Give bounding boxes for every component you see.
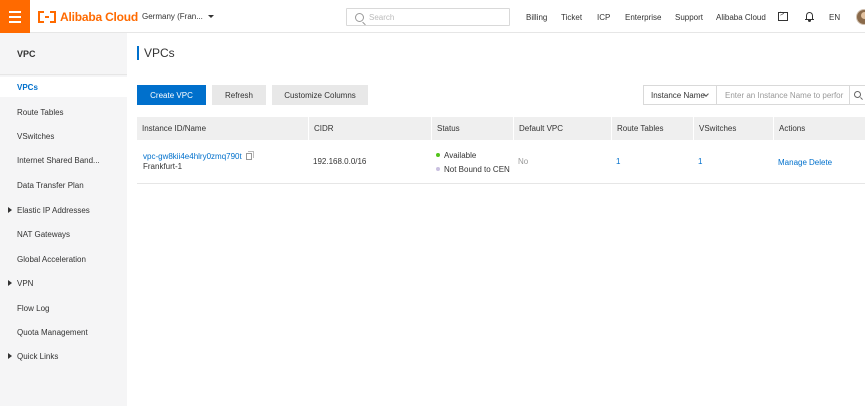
sidebar: VPC VPCs Route Tables VSwitches Internet…	[0, 33, 127, 406]
hamburger-menu-icon[interactable]	[0, 0, 30, 33]
column-header-actions: Actions	[773, 117, 865, 140]
global-search[interactable]	[346, 8, 510, 26]
status-dot-icon	[436, 167, 440, 171]
table-header: Instance ID/Name CIDR Status Default VPC…	[137, 117, 865, 140]
copy-icon[interactable]	[245, 151, 254, 160]
sidebar-item-label: Data Transfer Plan	[17, 180, 84, 190]
nav-enterprise[interactable]: Enterprise	[625, 13, 661, 22]
sidebar-divider	[0, 74, 127, 75]
route-tables-link[interactable]: 1	[616, 157, 620, 166]
sidebar-item-label: Quick Links	[17, 351, 59, 361]
instance-id-cell: vpc-gw8kii4e4hlry0zmq790t	[143, 151, 254, 161]
instance-name: Frankfurt-1	[143, 162, 183, 171]
top-navigation-bar: Alibaba Cloud Germany (Fran... Billing T…	[0, 0, 865, 33]
column-header-route-tables[interactable]: Route Tables	[611, 117, 693, 140]
filter-field-value: Instance Name	[651, 90, 705, 100]
bell-icon[interactable]	[805, 11, 814, 22]
status-available: Available	[436, 151, 476, 160]
column-header-instance[interactable]: Instance ID/Name	[137, 117, 307, 140]
avatar[interactable]	[856, 9, 865, 25]
page-title: VPCs	[137, 46, 175, 60]
sidebar-item-label: VPN	[17, 278, 34, 288]
sidebar-item-label: Elastic IP Addresses	[17, 205, 90, 215]
sidebar-item-nat-gateways[interactable]: NAT Gateways	[0, 224, 127, 244]
filter-field-select[interactable]: Instance Name	[643, 85, 717, 105]
create-vpc-button[interactable]: Create VPC	[137, 85, 206, 105]
column-header-default-vpc[interactable]: Default VPC	[513, 117, 611, 140]
search-icon	[355, 12, 364, 22]
sidebar-item-route-tables[interactable]: Route Tables	[0, 102, 127, 122]
caret-right-icon	[8, 207, 12, 213]
language-switch[interactable]: EN	[829, 13, 840, 22]
alibaba-cloud-logo[interactable]: Alibaba Cloud	[38, 10, 138, 24]
cen-status-text: Not Bound to CEN	[444, 165, 510, 174]
nav-support[interactable]: Support	[675, 13, 703, 22]
sidebar-item-label: Quota Management	[17, 327, 88, 337]
sidebar-item-label: Global Acceleration	[17, 254, 86, 264]
sidebar-item-flow-log[interactable]: Flow Log	[0, 298, 127, 318]
region-selector[interactable]: Germany (Fran...	[142, 12, 214, 21]
sidebar-item-label: NAT Gateways	[17, 229, 71, 239]
sidebar-item-internet-shared-bandwidth[interactable]: Internet Shared Band...	[0, 150, 127, 170]
cidr-value: 192.168.0.0/16	[313, 157, 367, 166]
column-header-cidr[interactable]: CIDR	[308, 117, 430, 140]
filter-search-button[interactable]	[850, 85, 865, 105]
region-label: Germany (Fran...	[142, 12, 203, 21]
sidebar-item-vpcs[interactable]: VPCs	[0, 77, 127, 97]
nav-ticket[interactable]: Ticket	[561, 13, 582, 22]
sidebar-item-elastic-ip-addresses[interactable]: Elastic IP Addresses	[0, 200, 127, 220]
status-cen: Not Bound to CEN	[436, 165, 510, 174]
sidebar-item-global-acceleration[interactable]: Global Acceleration	[0, 249, 127, 269]
sidebar-item-vswitches[interactable]: VSwitches	[0, 126, 127, 146]
sidebar-title: VPC	[17, 49, 36, 59]
search-icon	[854, 91, 861, 98]
nav-billing[interactable]: Billing	[526, 13, 547, 22]
terminal-icon[interactable]	[778, 11, 788, 21]
manage-link[interactable]: Manage	[778, 158, 807, 167]
logo-text: Alibaba Cloud	[60, 10, 139, 24]
status-text: Available	[444, 151, 477, 160]
customize-columns-button[interactable]: Customize Columns	[272, 85, 368, 105]
sidebar-item-label: Route Tables	[17, 107, 64, 117]
status-dot-icon	[436, 153, 440, 157]
column-header-status[interactable]: Status	[431, 117, 513, 140]
caret-right-icon	[8, 353, 12, 359]
sidebar-item-label: VPCs	[17, 82, 38, 92]
instance-name-search-input[interactable]	[717, 85, 850, 105]
nav-alibaba-cloud[interactable]: Alibaba Cloud	[716, 13, 766, 22]
instance-id-link[interactable]: vpc-gw8kii4e4hlry0zmq790t	[143, 152, 242, 161]
sidebar-item-quota-management[interactable]: Quota Management	[0, 322, 127, 342]
sidebar-item-vpn[interactable]: VPN	[0, 273, 127, 293]
table-row: vpc-gw8kii4e4hlry0zmq790t Frankfurt-1 19…	[137, 140, 865, 184]
global-search-input[interactable]	[369, 12, 499, 22]
sidebar-item-data-transfer-plan[interactable]: Data Transfer Plan	[0, 175, 127, 195]
sidebar-item-quick-links[interactable]: Quick Links	[0, 346, 127, 366]
column-header-vswitches[interactable]: VSwitches	[693, 117, 773, 140]
vswitches-link[interactable]: 1	[698, 157, 702, 166]
caret-down-icon	[207, 15, 214, 18]
caret-right-icon	[8, 280, 12, 286]
alibaba-logo-icon	[38, 11, 56, 23]
nav-icp[interactable]: ICP	[597, 13, 610, 22]
delete-link[interactable]: Delete	[809, 158, 832, 167]
sidebar-item-label: VSwitches	[17, 131, 55, 141]
sidebar-item-label: Internet Shared Band...	[17, 155, 100, 165]
sidebar-item-label: Flow Log	[17, 303, 50, 313]
refresh-button[interactable]: Refresh	[212, 85, 266, 105]
default-vpc-value: No	[518, 157, 529, 166]
